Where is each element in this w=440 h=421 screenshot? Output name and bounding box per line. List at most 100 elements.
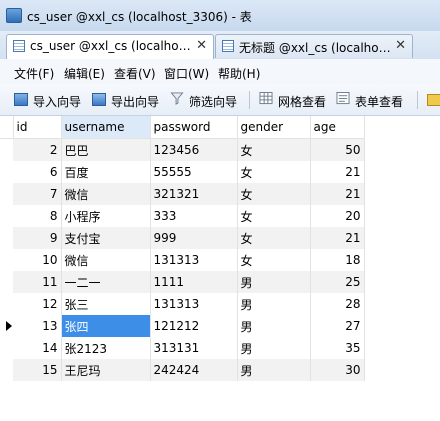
table-row[interactable]: 12 张三 131313 男 28: [0, 293, 365, 315]
grid-icon: [259, 92, 273, 105]
cell-gender[interactable]: 女: [237, 138, 311, 161]
cell-password[interactable]: 131313: [150, 249, 238, 271]
row-indicator[interactable]: [0, 271, 13, 293]
table-row[interactable]: 2 巴巴 123456 女 50: [0, 138, 365, 161]
cell-gender[interactable]: 男: [237, 315, 311, 337]
cell-id[interactable]: 13: [13, 315, 62, 337]
row-indicator[interactable]: [0, 249, 13, 271]
cell-password[interactable]: 321321: [150, 183, 238, 205]
column-header-username[interactable]: username: [61, 116, 151, 139]
table-icon: [222, 40, 234, 52]
cell-username[interactable]: 微信: [61, 183, 151, 205]
cell-password[interactable]: 313131: [150, 337, 238, 359]
table-row[interactable]: 6 百度 55555 女 21: [0, 161, 365, 183]
cell-age[interactable]: 25: [310, 271, 365, 293]
cell-username[interactable]: 张三: [61, 293, 151, 315]
table-row[interactable]: 9 支付宝 999 女 21: [0, 227, 365, 249]
cell-id[interactable]: 15: [13, 359, 62, 381]
cell-username[interactable]: 百度: [61, 161, 151, 183]
row-indicator[interactable]: [0, 138, 13, 161]
cell-gender[interactable]: 男: [237, 359, 311, 381]
cell-password[interactable]: 999: [150, 227, 238, 249]
cell-password[interactable]: 55555: [150, 161, 238, 183]
cell-username[interactable]: 一二一: [61, 271, 151, 293]
cell-gender[interactable]: 女: [237, 161, 311, 183]
cell-gender[interactable]: 女: [237, 183, 311, 205]
table-row[interactable]: 8 小程序 333 女 20: [0, 205, 365, 227]
table-row[interactable]: 7 微信 321321 女 21: [0, 183, 365, 205]
cell-id[interactable]: 8: [13, 205, 62, 227]
cell-age[interactable]: 18: [310, 249, 365, 271]
row-indicator[interactable]: [0, 183, 13, 205]
cell-password[interactable]: 121212: [150, 315, 238, 337]
cell-gender[interactable]: 男: [237, 337, 311, 359]
cell-id[interactable]: 6: [13, 161, 62, 183]
table-row[interactable]: 13 张四 121212 男 27: [0, 315, 365, 337]
row-indicator[interactable]: [0, 161, 13, 183]
cell-gender[interactable]: 女: [237, 205, 311, 227]
cell-password[interactable]: 1111: [150, 271, 238, 293]
column-header-age[interactable]: age: [310, 116, 365, 139]
cell-username[interactable]: 巴巴: [61, 138, 151, 161]
menu-edit[interactable]: 编辑(E): [64, 65, 105, 82]
cell-password[interactable]: 123456: [150, 138, 238, 161]
row-indicator[interactable]: [0, 205, 13, 227]
cell-id[interactable]: 14: [13, 337, 62, 359]
data-grid: id username password gender age 2 巴巴 12345…: [0, 116, 440, 421]
folder-icon[interactable]: [427, 94, 440, 106]
cell-gender[interactable]: 女: [237, 249, 311, 271]
cell-password[interactable]: 242424: [150, 359, 238, 381]
cell-age[interactable]: 21: [310, 183, 365, 205]
row-indicator[interactable]: [0, 315, 13, 337]
tab-untitled-query[interactable]: 无标题 @xxl_cs (localho… ✕: [215, 34, 413, 58]
cell-username[interactable]: 张2123: [61, 337, 151, 359]
table-row[interactable]: 15 王尼玛 242424 男 30: [0, 359, 365, 381]
toolbar: 导入向导 导出向导 筛选向导 网格查看 表单查看: [0, 85, 440, 116]
cell-password[interactable]: 131313: [150, 293, 238, 315]
table-row[interactable]: 10 微信 131313 女 18: [0, 249, 365, 271]
cell-age[interactable]: 35: [310, 337, 365, 359]
cell-id[interactable]: 2: [13, 138, 62, 161]
menu-window[interactable]: 窗口(W): [164, 65, 209, 82]
menu-help[interactable]: 帮助(H): [218, 65, 260, 82]
window-title: cs_user @xxl_cs (localhost_3306) - 表: [27, 10, 252, 24]
menu-file[interactable]: 文件(F): [14, 65, 54, 82]
cell-age[interactable]: 20: [310, 205, 365, 227]
column-header-id[interactable]: id: [13, 116, 62, 139]
cell-gender[interactable]: 男: [237, 271, 311, 293]
cell-username[interactable]: 支付宝: [61, 227, 151, 249]
row-indicator[interactable]: [0, 227, 13, 249]
cell-age[interactable]: 21: [310, 227, 365, 249]
table-row[interactable]: 11 一二一 1111 男 25: [0, 271, 365, 293]
cell-gender[interactable]: 女: [237, 227, 311, 249]
column-header-gender[interactable]: gender: [237, 116, 311, 139]
cell-id[interactable]: 12: [13, 293, 62, 315]
cell-username[interactable]: 张四: [61, 315, 151, 337]
tab-cs-user[interactable]: cs_user @xxl_cs (localho… ✕: [6, 34, 214, 60]
cell-age[interactable]: 28: [310, 293, 365, 315]
cell-id[interactable]: 10: [13, 249, 62, 271]
table-row[interactable]: 14 张2123 313131 男 35: [0, 337, 365, 359]
cell-id[interactable]: 11: [13, 271, 62, 293]
cell-username[interactable]: 微信: [61, 249, 151, 271]
menu-view[interactable]: 查看(V): [114, 65, 156, 82]
cell-age[interactable]: 50: [310, 138, 365, 161]
import-label: 导入向导: [33, 95, 82, 109]
table-icon: [13, 40, 25, 52]
cell-username[interactable]: 王尼玛: [61, 359, 151, 381]
cell-password[interactable]: 333: [150, 205, 238, 227]
close-icon[interactable]: ✕: [196, 38, 207, 53]
column-header-password[interactable]: password: [150, 116, 238, 139]
cell-age[interactable]: 30: [310, 359, 365, 381]
row-indicator[interactable]: [0, 337, 13, 359]
cell-age[interactable]: 21: [310, 161, 365, 183]
cell-id[interactable]: 7: [13, 183, 62, 205]
form-icon: [336, 92, 350, 105]
cell-gender[interactable]: 男: [237, 293, 311, 315]
row-indicator[interactable]: [0, 359, 13, 381]
close-icon[interactable]: ✕: [395, 38, 406, 53]
row-indicator[interactable]: [0, 293, 13, 315]
cell-username[interactable]: 小程序: [61, 205, 151, 227]
cell-age[interactable]: 27: [310, 315, 365, 337]
cell-id[interactable]: 9: [13, 227, 62, 249]
